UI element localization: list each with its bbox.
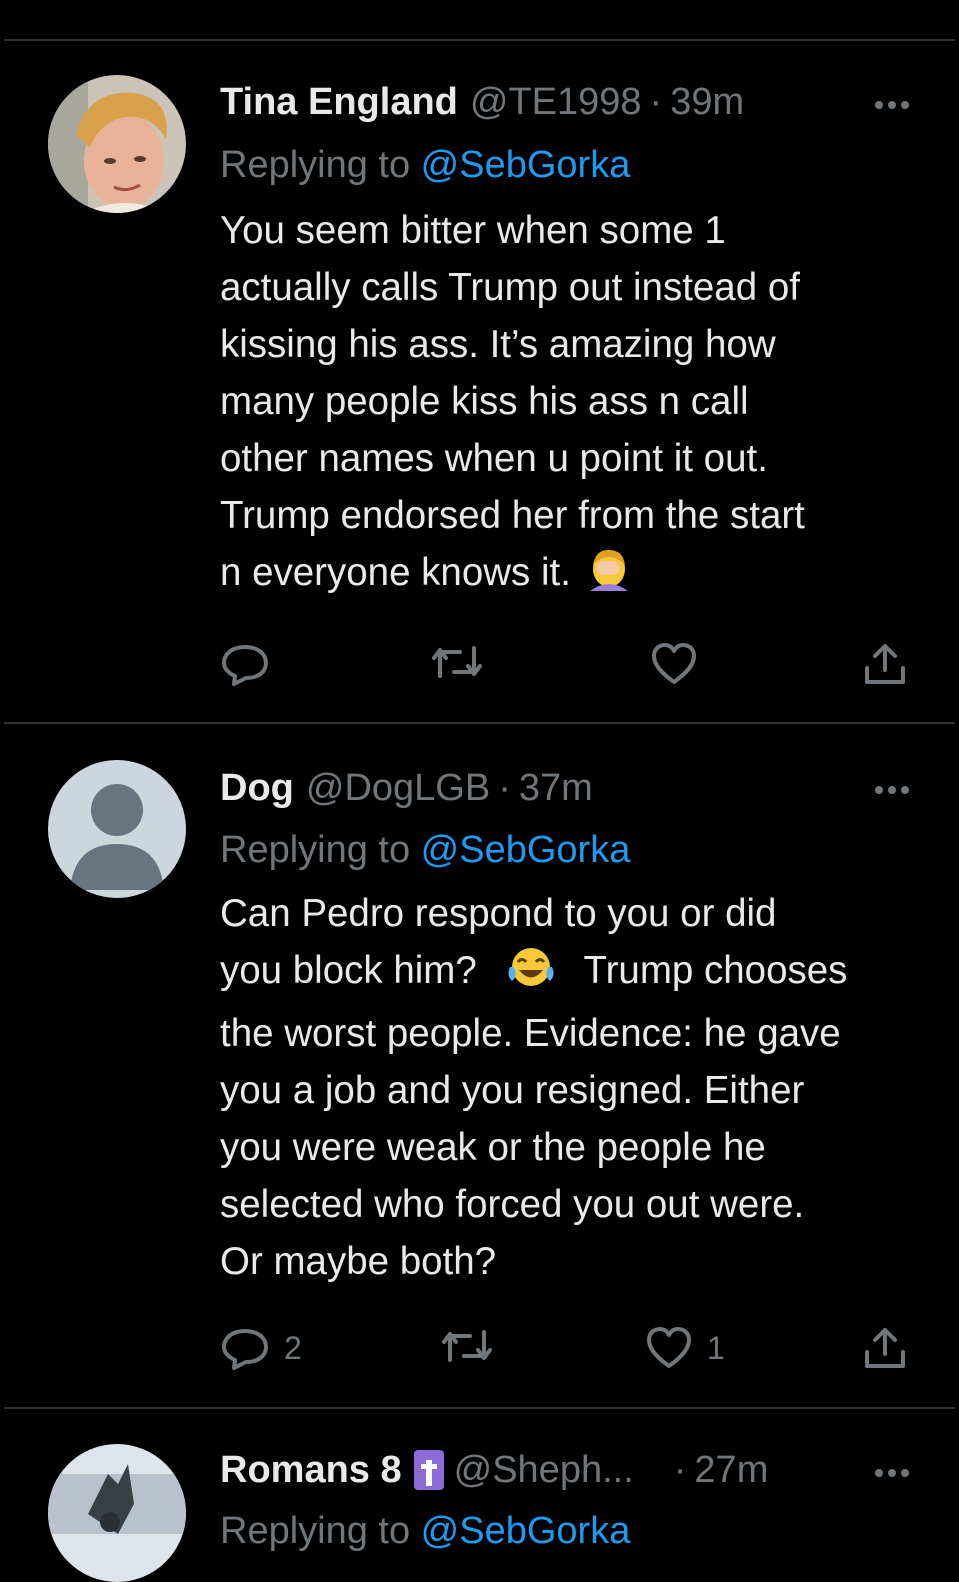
more-options-icon[interactable] xyxy=(875,786,909,794)
mention-link[interactable]: @SebGorka xyxy=(421,829,631,871)
retweet-icon xyxy=(442,1330,492,1362)
avatar[interactable] xyxy=(48,760,186,898)
avatar[interactable] xyxy=(48,75,186,213)
text-line: Can Pedro respond to you or did xyxy=(220,892,777,935)
text-line: many people kiss his ass n call xyxy=(220,380,749,423)
replying-to: Replying to @SebGorka xyxy=(220,1510,630,1553)
text-line: selected who forced you out were. xyxy=(220,1183,805,1226)
author-name[interactable]: Tina England xyxy=(220,81,458,124)
reply-icon xyxy=(222,645,268,686)
like-button[interactable]: 1 xyxy=(645,1326,725,1370)
avatar-photo xyxy=(48,1444,186,1582)
face-palm-emoji-icon xyxy=(588,547,630,607)
cross-emoji-icon xyxy=(413,1450,444,1490)
more-options-icon[interactable] xyxy=(875,101,909,109)
separator-dot: · xyxy=(673,1448,687,1491)
author-handle[interactable]: @DogLGB xyxy=(306,767,490,810)
tweet-divider xyxy=(4,1407,955,1409)
tweet-actions xyxy=(220,642,920,686)
share-icon xyxy=(865,1328,905,1368)
avatar[interactable] xyxy=(48,1444,186,1582)
retweet-icon xyxy=(432,646,482,678)
tweet-header: Tina England @TE1998 · 39m xyxy=(220,80,919,124)
text-line: kissing his ass. It’s amazing how xyxy=(220,323,776,366)
tweet-actions: 2 1 xyxy=(220,1326,920,1370)
tweet-time[interactable]: 39m xyxy=(670,81,744,124)
author-handle[interactable]: @Sheph... xyxy=(454,1449,634,1492)
reply-button[interactable]: 2 xyxy=(220,1326,302,1370)
reply-icon xyxy=(222,1329,268,1370)
tweet-header: Dog @DogLGB · 37m xyxy=(220,766,919,810)
replying-prefix: Replying to xyxy=(220,144,421,186)
mention-link[interactable]: @SebGorka xyxy=(421,144,631,186)
separator-dot: · xyxy=(649,80,663,123)
replying-to: Replying to @SebGorka xyxy=(220,829,630,872)
default-avatar-icon xyxy=(48,760,186,898)
share-button[interactable] xyxy=(863,1326,907,1370)
text-line: You seem bitter when some 1 xyxy=(220,209,726,252)
retweet-button[interactable] xyxy=(430,642,484,682)
tweet-text: You seem bitter when some 1 actually cal… xyxy=(220,202,920,607)
author-name[interactable]: Romans 8 xyxy=(220,1449,402,1492)
tweet-time[interactable]: 37m xyxy=(519,767,593,810)
replying-to: Replying to @SebGorka xyxy=(220,144,630,187)
top-divider xyxy=(4,39,955,41)
heart-icon xyxy=(652,643,696,684)
heart-icon xyxy=(647,1327,691,1368)
tweet-divider xyxy=(4,722,955,724)
tweet-time[interactable]: 27m xyxy=(694,1449,768,1492)
separator-dot: · xyxy=(498,766,511,809)
text-line: other names when u point it out. xyxy=(220,437,768,480)
text-line-last: n everyone knows it. xyxy=(220,544,920,607)
reply-button[interactable] xyxy=(220,642,284,686)
mention-link[interactable]: @SebGorka xyxy=(421,1510,631,1552)
text-line: actually calls Trump out instead of xyxy=(220,266,800,309)
replying-prefix: Replying to xyxy=(220,829,421,871)
reply-count: 2 xyxy=(284,1329,302,1366)
author-name[interactable]: Dog xyxy=(220,767,294,810)
tears-of-joy-emoji-icon xyxy=(506,945,556,1005)
author-handle[interactable]: @TE1998 xyxy=(470,81,642,124)
text-line: you a job and you resigned. Either xyxy=(220,1069,805,1112)
text-line: Trump endorsed her from the start xyxy=(220,494,805,537)
text-line: n everyone knows it. xyxy=(220,551,571,594)
text-line: you were weak or the people he xyxy=(220,1126,766,1169)
text-line-with-emoji: you block him? Trump chooses xyxy=(220,942,920,1005)
text-segment: you block him? xyxy=(220,949,477,992)
more-options-icon[interactable] xyxy=(875,1469,909,1477)
text-line: the worst people. Evidence: he gave xyxy=(220,1012,841,1055)
like-button[interactable] xyxy=(650,642,712,686)
share-icon xyxy=(865,644,905,684)
text-line: Or maybe both? xyxy=(220,1240,497,1283)
tweet-header: Romans 8 @Sheph... · 27m xyxy=(220,1448,919,1492)
like-count: 1 xyxy=(707,1329,725,1366)
share-button[interactable] xyxy=(863,642,907,686)
text-segment: Trump chooses xyxy=(583,949,848,992)
replying-prefix: Replying to xyxy=(220,1510,421,1552)
retweet-button[interactable] xyxy=(440,1326,494,1366)
tweet-text: Can Pedro respond to you or did you bloc… xyxy=(220,885,920,1290)
avatar-photo xyxy=(48,75,186,213)
